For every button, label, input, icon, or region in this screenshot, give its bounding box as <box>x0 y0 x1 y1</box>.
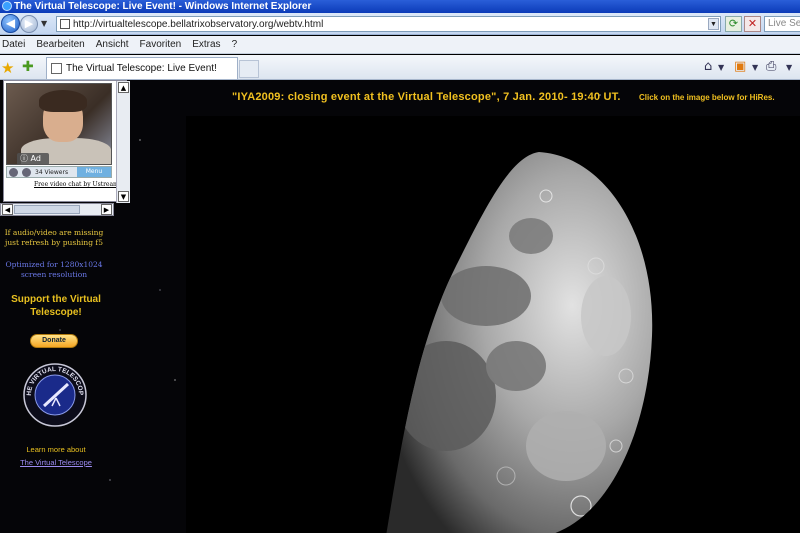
home-dropdown-icon[interactable]: ▼ <box>718 63 724 72</box>
feeds-icon[interactable]: ▣ <box>734 59 746 74</box>
resolution-notice: Optimized for 1280x1024 screen resolutio… <box>5 260 103 279</box>
menu-item-view[interactable]: Ansicht <box>96 39 129 50</box>
vertical-scrollbar[interactable]: ▲ ▼ <box>116 81 130 203</box>
menu-item-edit[interactable]: Bearbeiten <box>36 39 84 50</box>
refresh-notice: If audio/video are missing just refresh … <box>4 228 104 247</box>
event-title: "IYA2009: closing event at the Virtual T… <box>232 91 621 103</box>
ustream-link[interactable]: Free video chat by Ustream <box>34 181 119 188</box>
favorites-star-icon[interactable]: ★ <box>1 59 14 77</box>
page-content: ⓘ Ad 34 Viewers Menu Free video chat by … <box>0 80 800 533</box>
back-button[interactable]: ◀ <box>1 14 20 33</box>
page-icon <box>60 19 70 29</box>
menu-item-tools[interactable]: Extras <box>192 39 220 50</box>
info-icon: ⓘ <box>20 154 31 163</box>
support-heading: Support the Virtual Telescope! <box>11 294 101 318</box>
stop-button[interactable]: ✕ <box>744 16 761 32</box>
history-dropdown-icon[interactable]: ▼ <box>41 19 47 28</box>
video-person-hair <box>39 90 87 112</box>
add-favorite-icon[interactable]: ✚ <box>22 59 34 75</box>
play-icon[interactable] <box>22 167 31 177</box>
scroll-down-icon[interactable]: ▼ <box>118 191 129 202</box>
tab-virtual-telescope[interactable]: The Virtual Telescope: Live Event! <box>46 57 238 79</box>
scroll-thumb[interactable] <box>14 205 80 214</box>
url-field[interactable]: http://virtualtelescope.bellatrixobserva… <box>56 16 721 32</box>
video-menu-button[interactable]: Menu <box>77 167 111 177</box>
menu-item-favorites[interactable]: Favoriten <box>140 39 182 50</box>
forward-button[interactable]: ▶ <box>20 15 38 33</box>
search-input[interactable]: Live Search <box>764 16 800 32</box>
virtual-telescope-logo[interactable]: THE VIRTUAL TELESCOPE <box>22 362 88 428</box>
scroll-up-icon[interactable]: ▲ <box>118 82 129 93</box>
menu-item-help[interactable]: ? <box>232 39 238 50</box>
window-titlebar: The Virtual Telescope: Live Event! - Win… <box>0 0 800 13</box>
moon-photo <box>386 152 653 533</box>
moon-image[interactable] <box>186 116 800 533</box>
window-title: The Virtual Telescope: Live Event! - Win… <box>14 1 312 12</box>
ad-badge[interactable]: ⓘ Ad <box>17 153 49 164</box>
viewer-count: 34 Viewers <box>35 168 69 176</box>
ie-icon <box>2 1 12 11</box>
home-icon[interactable]: ⌂ <box>704 59 712 74</box>
address-bar: ◀ ▶ ▼ http://virtualtelescope.bellatrixo… <box>0 13 800 35</box>
horizontal-scrollbar[interactable]: ◀ ▶ <box>0 203 114 216</box>
hires-note: Click on the image below for HiRes. <box>639 93 775 102</box>
refresh-button[interactable]: ⟳ <box>725 16 742 32</box>
scroll-right-icon[interactable]: ▶ <box>101 204 112 215</box>
learn-more-text: Learn more about <box>26 445 86 454</box>
page-icon <box>51 63 62 74</box>
print-dropdown-icon[interactable]: ▼ <box>786 63 792 72</box>
volume-icon[interactable] <box>9 167 18 177</box>
video-player[interactable]: ⓘ Ad <box>6 83 112 165</box>
virtual-telescope-link[interactable]: The Virtual Telescope <box>0 458 112 467</box>
video-embed: ⓘ Ad 34 Viewers Menu Free video chat by … <box>3 80 130 203</box>
new-tab-button[interactable] <box>239 60 259 78</box>
menu-bar: Datei Bearbeiten Ansicht Favoriten Extra… <box>0 36 800 54</box>
print-icon[interactable]: ⎙ <box>766 59 776 74</box>
video-controls: 34 Viewers Menu <box>6 166 112 178</box>
tab-bar: ★ ✚ The Virtual Telescope: Live Event! ⌂… <box>0 55 800 80</box>
feeds-dropdown-icon[interactable]: ▼ <box>752 63 758 72</box>
url-text: http://virtualtelescope.bellatrixobserva… <box>73 18 324 30</box>
menu-item-file[interactable]: Datei <box>2 39 25 50</box>
donate-button[interactable]: Donate <box>30 334 78 348</box>
scroll-left-icon[interactable]: ◀ <box>2 204 13 215</box>
url-dropdown-icon[interactable]: ▼ <box>708 18 719 30</box>
tab-label: The Virtual Telescope: Live Event! <box>66 63 217 74</box>
